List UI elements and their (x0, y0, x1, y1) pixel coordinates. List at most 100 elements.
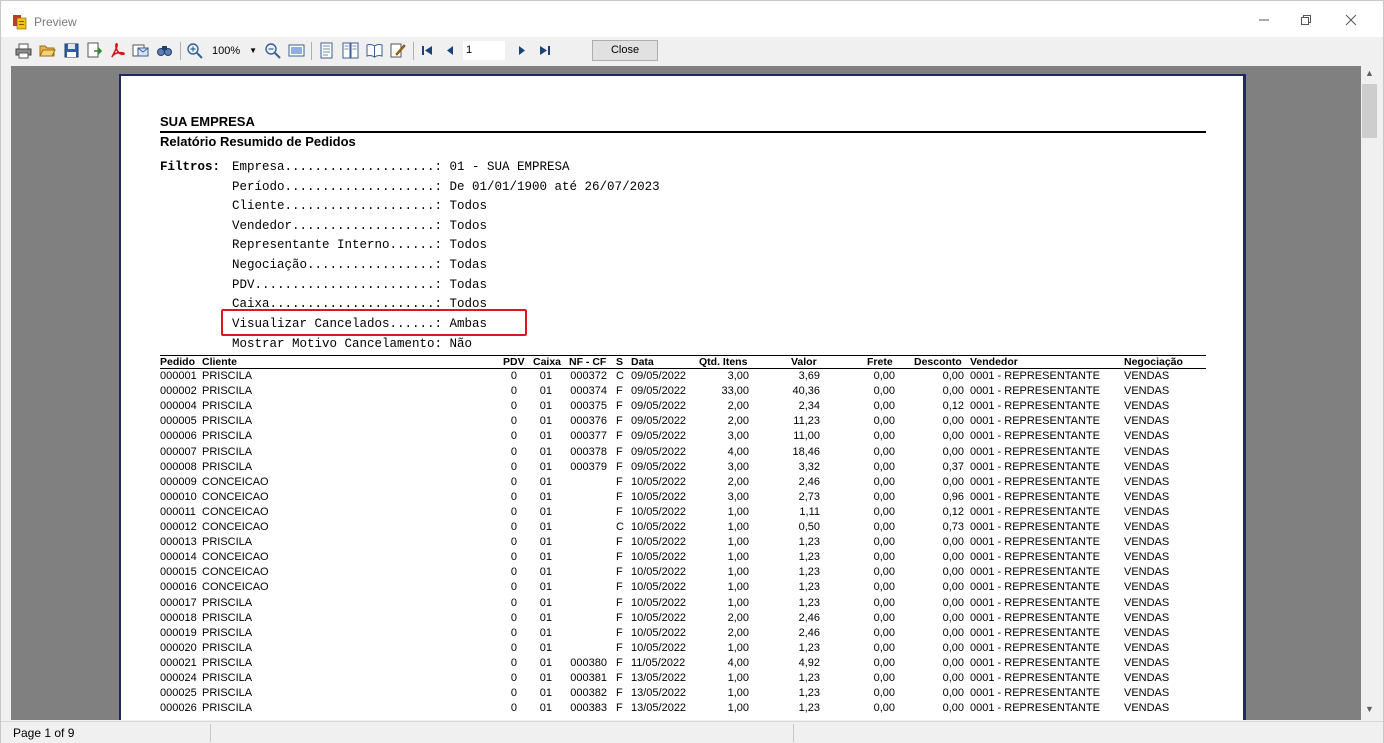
cell-s: F (616, 505, 623, 518)
cell-cliente: PRISCILA (202, 611, 253, 624)
pdf-icon[interactable] (109, 42, 126, 59)
cell-vendedor: 0001 - REPRESENTANTE (970, 370, 1101, 382)
page-width-icon[interactable] (288, 42, 305, 59)
cell-s: F (616, 581, 623, 594)
scroll-down-icon[interactable]: ▼ (1361, 704, 1378, 718)
cell-vendedor: 0001 - REPRESENTANTE (970, 475, 1101, 488)
cell-negociacao: VENDAS (1124, 656, 1170, 669)
email-icon[interactable] (132, 42, 149, 59)
preview-window: Preview 100% ▼ 1 Close SUA EMPRESA Relat… (0, 0, 1384, 743)
cell-desconto: 0,00 (942, 536, 964, 549)
filter-line: Empresa....................: 01 - SUA EM… (232, 160, 570, 174)
table-row: 000021 PRISCILA 0 01 000380 F 11/05/2022 4,00 4,… (121, 657, 1244, 672)
report-page: SUA EMPRESA Relatório Resumido de Pedido… (119, 74, 1246, 720)
cell-pedido: 000015 (160, 566, 197, 579)
cell-valor: 18,46 (792, 445, 820, 458)
cell-valor: 1,23 (798, 641, 820, 654)
previous-page-icon[interactable] (442, 42, 459, 59)
filter-line: Vendedor...................: Todos (232, 219, 488, 233)
first-page-icon[interactable] (419, 42, 436, 59)
cell-frete: 0,00 (873, 536, 895, 549)
cell-cliente: PRISCILA (202, 445, 253, 458)
table-row: 000025 PRISCILA 0 01 000382 F 13/05/2022 1,00 1,… (121, 687, 1244, 702)
cell-frete: 0,00 (873, 702, 895, 715)
cell-negociacao: VENDAS (1124, 672, 1170, 684)
cell-frete: 0,00 (873, 687, 895, 700)
save-icon[interactable] (63, 42, 80, 59)
cell-s: F (616, 385, 623, 398)
cell-desconto: 0,12 (942, 505, 964, 518)
zoom-out-icon[interactable] (264, 42, 281, 59)
cell-pdv: 0 (510, 521, 517, 533)
zoom-in-icon[interactable] (186, 42, 203, 59)
scroll-thumb[interactable] (1362, 84, 1377, 138)
cell-frete: 0,00 (873, 490, 895, 503)
book-icon[interactable] (366, 42, 383, 59)
cell-qtd: 1,00 (727, 687, 749, 700)
cell-vendedor: 0001 - REPRESENTANTE (970, 581, 1101, 594)
close-button[interactable]: Close (592, 40, 658, 61)
cell-nf: 000382 (570, 687, 607, 700)
cell-valor: 1,23 (798, 687, 820, 700)
cell-desconto: 0,12 (942, 400, 964, 413)
cell-s: F (616, 566, 623, 579)
cell-data: 09/05/2022 (631, 445, 687, 458)
col-negociacao: Negociação (1124, 356, 1183, 368)
cell-desconto: 0,00 (942, 687, 964, 700)
table-row: 000017 PRISCILA 0 01 F 10/05/2022 1,00 1,23 0,00… (121, 597, 1244, 612)
close-icon (1345, 14, 1357, 26)
restore-icon (1301, 15, 1311, 25)
find-icon[interactable] (156, 42, 173, 59)
table-row: 000008 PRISCILA 0 01 000379 F 09/05/2022 3,00 3,… (121, 461, 1244, 476)
close-window-button[interactable] (1331, 9, 1371, 33)
col-s: S (616, 356, 624, 368)
vertical-scrollbar[interactable]: ▲ ▼ (1361, 66, 1378, 720)
edit-page-icon[interactable] (389, 42, 406, 59)
table-row: 000020 PRISCILA 0 01 F 10/05/2022 1,00 1,23 0,00… (121, 642, 1244, 657)
cell-nf: 000377 (570, 430, 607, 443)
scroll-up-icon[interactable]: ▲ (1361, 68, 1378, 82)
cell-pedido: 000004 (160, 400, 197, 413)
cell-caixa: 01 (539, 445, 552, 458)
cell-valor: 1,23 (798, 566, 820, 579)
highlight-box (221, 309, 527, 336)
cell-nf: 000380 (570, 656, 607, 669)
last-page-icon[interactable] (536, 42, 553, 59)
minimize-button[interactable] (1244, 9, 1284, 33)
restore-button[interactable] (1286, 9, 1326, 33)
open-folder-icon[interactable] (39, 42, 56, 59)
cell-cliente: PRISCILA (202, 536, 253, 549)
page-number-input[interactable]: 1 (463, 41, 505, 60)
cell-valor: 2,46 (798, 611, 820, 624)
cell-caixa: 01 (539, 611, 552, 624)
table-row: 000018 PRISCILA 0 01 F 10/05/2022 2,00 2,46 0,00… (121, 612, 1244, 627)
cell-desconto: 0,00 (942, 385, 964, 398)
cell-vendedor: 0001 - REPRESENTANTE (970, 400, 1101, 413)
cell-frete: 0,00 (873, 641, 895, 654)
filter-line: Negociação.................: Todas (232, 258, 488, 272)
cell-caixa: 01 (539, 626, 552, 639)
filters-label: Filtros: (160, 160, 221, 174)
cell-valor: 3,32 (798, 460, 820, 473)
cell-pdv: 0 (510, 400, 517, 413)
cell-vendedor: 0001 - REPRESENTANTE (970, 566, 1101, 579)
cell-s: C (616, 370, 624, 382)
next-page-icon[interactable] (513, 42, 530, 59)
print-icon[interactable] (15, 42, 32, 59)
cell-pdv: 0 (510, 611, 517, 624)
cell-valor: 1,23 (798, 536, 820, 549)
zoom-select[interactable]: 100% ▼ (208, 41, 260, 61)
cell-valor: 1,23 (798, 672, 820, 684)
cell-desconto: 0,00 (942, 415, 964, 428)
cell-nf: 000374 (570, 385, 607, 398)
cell-s: F (616, 656, 623, 669)
multi-page-icon[interactable] (342, 42, 359, 59)
cell-frete: 0,00 (873, 626, 895, 639)
table-row: 000004 PRISCILA 0 01 000375 F 09/05/2022 2,00 2,… (121, 400, 1244, 415)
export-icon[interactable] (86, 42, 103, 59)
cell-qtd: 1,00 (727, 521, 749, 533)
single-page-icon[interactable] (318, 42, 335, 59)
cell-frete: 0,00 (873, 521, 895, 533)
cell-qtd: 1,00 (727, 672, 749, 684)
cell-s: F (616, 490, 623, 503)
